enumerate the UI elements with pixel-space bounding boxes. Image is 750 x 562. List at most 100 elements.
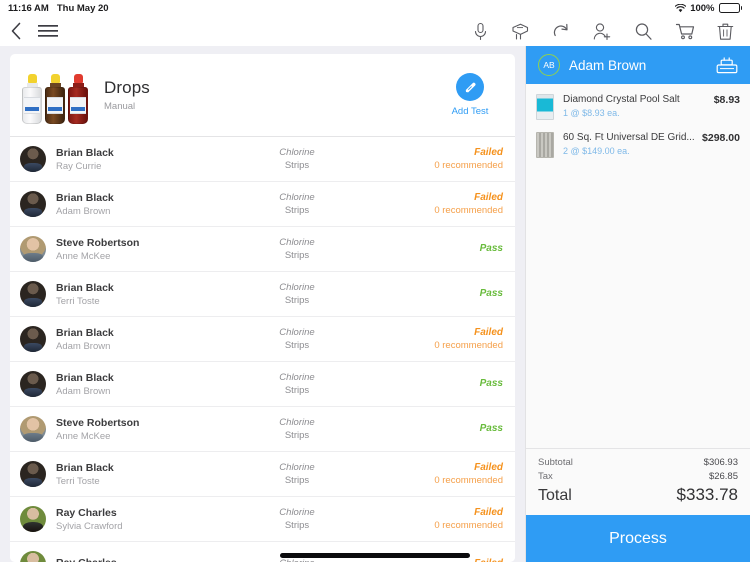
- test-row-recommendation: 0 recommended: [434, 160, 503, 171]
- cart-item-quantity: 2 @ $149.00 ea.: [563, 146, 630, 156]
- test-row-type: Chlorine: [279, 237, 315, 248]
- subtotal-row: Subtotal $306.93: [538, 457, 738, 468]
- avatar: [20, 236, 46, 262]
- table-row[interactable]: Ray Charles Sylvia Crawford Chlorine Strips…: [10, 497, 515, 542]
- de-filter-grid-icon: [536, 132, 554, 158]
- hamburger-menu-icon[interactable]: [38, 24, 58, 38]
- test-row-name: Ray Charles: [56, 506, 117, 519]
- table-row[interactable]: Brian Black Adam Brown Chlorine Strips Pass: [10, 362, 515, 407]
- customer-header[interactable]: AB Adam Brown: [526, 46, 750, 84]
- cart-item-name: 60 Sq. Ft Universal DE Grid...: [563, 132, 695, 143]
- top-navigation-bar: [0, 16, 750, 46]
- avatar: [20, 416, 46, 442]
- list-item[interactable]: Diamond Crystal Pool Salt 1 @ $8.93 ea. $8…: [526, 88, 750, 126]
- avatar: [20, 551, 46, 562]
- status-badge: Pass: [479, 422, 503, 434]
- status-bar-time: 11:16 AM: [8, 2, 49, 14]
- cart-item-price: $298.00: [702, 132, 740, 144]
- process-button-label: Process: [609, 529, 667, 547]
- avatar: [20, 191, 46, 217]
- tax-row: Tax $26.85: [538, 471, 738, 482]
- subtotal-value: $306.93: [703, 457, 738, 468]
- test-row-method: Strips: [284, 205, 310, 216]
- table-row[interactable]: Ray Charles Chlorine Failed: [10, 542, 515, 562]
- test-row-type: Chlorine: [279, 507, 315, 518]
- tests-pane: Drops Manual Add Test Brian Black Ray Cu…: [0, 46, 525, 562]
- test-card-header: Drops Manual Add Test: [10, 54, 515, 137]
- add-contact-icon[interactable]: [592, 22, 612, 41]
- table-row[interactable]: Brian Black Ray Currie Chlorine Strips Faile…: [10, 137, 515, 182]
- total-row: Total $333.78: [538, 485, 738, 505]
- status-badge: Failed: [474, 507, 503, 518]
- trash-icon[interactable]: [717, 22, 734, 41]
- test-row-customer: Adam Brown: [56, 340, 111, 352]
- table-row[interactable]: Steve Robertson Anne McKee Chlorine Strips P…: [10, 407, 515, 452]
- battery-full-icon: [718, 3, 742, 13]
- process-button[interactable]: Process: [526, 515, 750, 562]
- table-row[interactable]: Brian Black Adam Brown Chlorine Strips Faile…: [10, 317, 515, 362]
- barcode-scanner-icon[interactable]: [511, 22, 530, 41]
- table-row[interactable]: Brian Black Adam Brown Chlorine Strips Faile…: [10, 182, 515, 227]
- order-pane: AB Adam Brown Diamond Crystal Pool Salt 1…: [525, 46, 750, 562]
- microphone-icon[interactable]: [472, 22, 489, 41]
- add-test-label: Add Test: [451, 106, 489, 117]
- status-badge: Pass: [479, 242, 503, 254]
- status-badge: Failed: [474, 147, 503, 158]
- avatar-initials: AB: [543, 60, 555, 70]
- test-row-name: Ray Charles: [56, 557, 117, 562]
- pool-salt-bag-icon: [536, 94, 554, 120]
- order-totals: Subtotal $306.93 Tax $26.85 Total $333.7…: [526, 448, 750, 515]
- test-row-customer: Terri Toste: [56, 295, 100, 307]
- test-row-type: Chlorine: [222, 558, 372, 562]
- page-subtitle: Manual: [104, 101, 136, 112]
- home-indicator: [280, 553, 470, 558]
- page-title: Drops: [104, 78, 150, 97]
- test-row-method: Strips: [284, 295, 310, 306]
- test-row-type: Chlorine: [279, 372, 315, 383]
- test-row-type: Chlorine: [279, 192, 315, 203]
- test-row-method: Strips: [284, 520, 310, 531]
- tax-label: Tax: [538, 471, 553, 482]
- status-badge: Failed: [474, 462, 503, 473]
- table-row[interactable]: Brian Black Terri Toste Chlorine Strips Pass: [10, 272, 515, 317]
- avatar: [20, 281, 46, 307]
- subtotal-label: Subtotal: [538, 457, 573, 468]
- avatar: [20, 146, 46, 172]
- test-row-name: Brian Black: [56, 326, 114, 339]
- test-row-customer: Terri Toste: [56, 475, 100, 487]
- add-test-button[interactable]: Add Test: [439, 73, 501, 117]
- search-icon[interactable]: [634, 22, 653, 41]
- customer-name: Adam Brown: [569, 57, 647, 73]
- avatar: AB: [538, 54, 560, 76]
- status-badge: Pass: [479, 287, 503, 299]
- test-row-name: Brian Black: [56, 281, 114, 294]
- test-row-customer: Anne McKee: [56, 430, 111, 442]
- test-row-type: Chlorine: [279, 147, 315, 158]
- test-row-type: Chlorine: [279, 282, 315, 293]
- test-row-type: Chlorine: [279, 327, 315, 338]
- cart-items-list[interactable]: Diamond Crystal Pool Salt 1 @ $8.93 ea. $8…: [526, 84, 750, 448]
- cart-item-quantity: 1 @ $8.93 ea.: [563, 108, 620, 118]
- status-badge: Failed: [474, 558, 503, 562]
- test-bottles-icon: [20, 64, 92, 126]
- shopping-cart-icon[interactable]: [675, 22, 695, 40]
- cash-register-icon[interactable]: [716, 56, 738, 74]
- chevron-left-icon[interactable]: [10, 22, 22, 40]
- cart-item-name: Diamond Crystal Pool Salt: [563, 94, 680, 105]
- refresh-icon[interactable]: [552, 22, 570, 40]
- table-row[interactable]: Brian Black Terri Toste Chlorine Strips Fail…: [10, 452, 515, 497]
- test-row-name: Steve Robertson: [56, 416, 140, 429]
- battery-percent-label: 100%: [690, 2, 715, 14]
- status-bar-date: Thu May 20: [56, 2, 109, 14]
- list-item[interactable]: 60 Sq. Ft Universal DE Grid... 2 @ $149.0…: [526, 126, 750, 164]
- test-row-name: Brian Black: [56, 191, 114, 204]
- test-row-method: Strips: [284, 385, 310, 396]
- table-row[interactable]: Steve Robertson Anne McKee Chlorine Strips P…: [10, 227, 515, 272]
- test-row-method: Strips: [284, 160, 310, 171]
- test-row-customer: Adam Brown: [56, 385, 111, 397]
- total-label: Total: [538, 487, 572, 504]
- test-row-customer: Ray Currie: [56, 160, 102, 172]
- test-row-method: Strips: [284, 340, 310, 351]
- status-badge: Failed: [474, 327, 503, 338]
- test-results-list[interactable]: Brian Black Ray Currie Chlorine Strips Faile…: [10, 137, 515, 562]
